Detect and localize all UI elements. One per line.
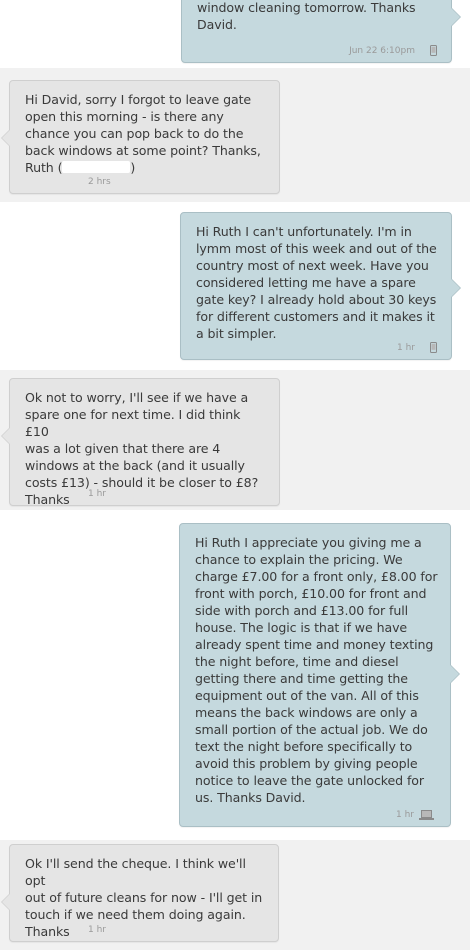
phone-icon [430,45,437,56]
message-text: Hi Ruth I can't unfortunately. I'm in ly… [196,224,437,341]
message-text: window cleaning tomorrow. Thanks David. [197,0,416,32]
message-text: Ok not to worry, I'll see if we have a s… [25,390,259,507]
message-timestamp: 1 hr [88,489,106,499]
message-bubble-outgoing[interactable]: Hi Ruth I appreciate you giving me a cha… [179,523,460,827]
message-bubble-incoming[interactable]: Ok I'll send the cheque. I think we'll o… [1,844,279,942]
redacted-text [62,161,131,173]
message-timestamp: Jun 22 6:10pm [349,46,415,56]
message-bubble-outgoing[interactable]: window cleaning tomorrow. Thanks David. … [181,0,461,63]
message-bubble-incoming[interactable]: Ok not to worry, I'll see if we have a s… [1,378,280,507]
laptop-icon [419,810,434,820]
message-timestamp: 1 hr [88,925,106,935]
message-text: Ok I'll send the cheque. I think we'll o… [25,856,263,939]
message-text: Hi David, sorry I forgot to leave gate o… [25,92,261,175]
message-timestamp: 1 hr [396,810,414,820]
message-bubble-outgoing[interactable]: Hi Ruth I can't unfortunately. I'm in ly… [180,212,461,360]
message-text: Hi Ruth I appreciate you giving me a cha… [195,535,438,805]
phone-icon [430,342,437,353]
message-bubble-incoming[interactable]: Hi David, sorry I forgot to leave gate o… [1,80,280,194]
message-timestamp: 2 hrs [88,177,111,187]
message-timestamp: 1 hr [397,343,415,353]
